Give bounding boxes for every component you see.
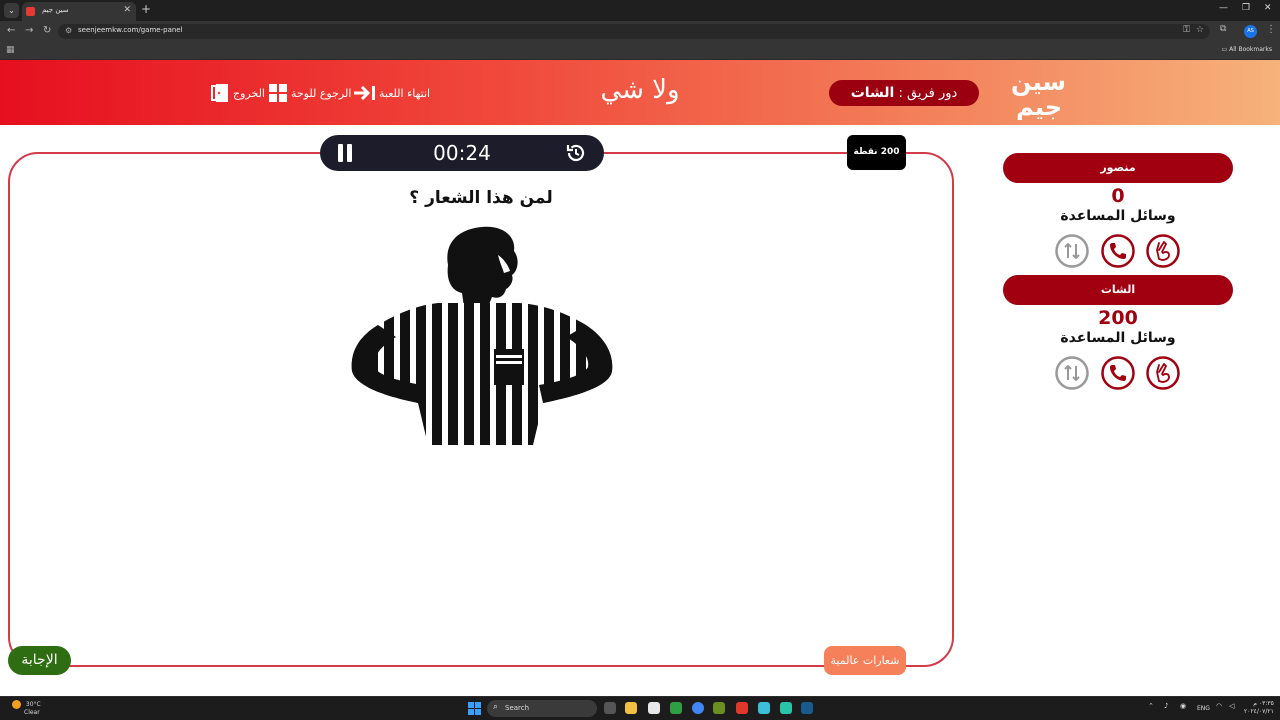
timer-bar: 00:24 (320, 135, 604, 171)
all-bookmarks-label: All Bookmarks (1229, 46, 1272, 53)
phone-friend-aid-icon[interactable] (1101, 356, 1135, 390)
team-score: 0 (1111, 185, 1125, 207)
url-text: seenjeemkw.com/game-panel (78, 26, 183, 34)
restore-icon[interactable]: ❐ (1242, 3, 1250, 13)
site-logo[interactable]: سين جيم (1010, 66, 1072, 120)
game-title: ولا شي (600, 75, 680, 105)
weather-widget[interactable]: 30°C Clear (12, 700, 41, 717)
tray-app-icon[interactable]: ◉ (1180, 702, 1186, 710)
points-badge: 200 نقطة (847, 135, 906, 170)
edge-icon[interactable] (758, 702, 770, 714)
reload-icon[interactable]: ↻ (43, 25, 51, 36)
temperature: 30°C (25, 701, 41, 708)
question-logo-image (351, 226, 613, 445)
browser-toolbar: ← → ↻ ⚙ seenjeemkw.com/game-panel ⚿ ☆ ⧉ … (0, 21, 1280, 42)
browser-menu-icon[interactable]: ⋮ (1266, 24, 1276, 35)
back-icon[interactable]: ← (7, 25, 15, 36)
file-explorer-icon[interactable] (625, 702, 637, 714)
system-clock[interactable]: ٠٣:٣٥ م ٢٠٢٤/٠٧/٢١ (1244, 700, 1274, 716)
language-indicator[interactable]: ENG (1197, 705, 1210, 712)
timer-display: 00:24 (433, 141, 491, 165)
phone-friend-aid-icon[interactable] (1101, 234, 1135, 268)
team-turn-name: الشات (850, 85, 895, 101)
minimize-icon[interactable]: — (1219, 3, 1228, 13)
start-windows-icon[interactable] (468, 702, 481, 715)
search-placeholder: Search (505, 704, 530, 712)
app-icon[interactable] (780, 702, 792, 714)
site-favicon-icon (26, 7, 35, 16)
two-answers-aid-icon[interactable] (1146, 356, 1180, 390)
steam-icon[interactable] (801, 702, 813, 714)
pause-icon[interactable] (337, 144, 353, 162)
tab-title: سين جيم (42, 6, 69, 14)
password-key-icon[interactable]: ⚿ (1183, 25, 1190, 35)
exit-label: الخروج (233, 86, 265, 100)
logo-text-top: سين (1011, 68, 1066, 96)
logo-text-bottom: جيم (1016, 93, 1062, 120)
exit-door-icon (211, 84, 228, 102)
volume-icon[interactable]: ◁ (1229, 702, 1234, 710)
search-icon: ⌕ (493, 702, 499, 712)
clock-date: ٢٠٢٤/٠٧/٢١ (1244, 708, 1274, 715)
reset-timer-icon[interactable] (565, 142, 587, 164)
swap-question-aid-icon[interactable] (1055, 234, 1089, 268)
clock-time: ٠٣:٣٥ م (1253, 700, 1274, 707)
taskbar-search[interactable]: ⌕ Search (487, 700, 597, 717)
browser-tab[interactable]: سين جيم ✕ (22, 2, 136, 21)
exit-button[interactable]: الخروج (211, 82, 265, 104)
extensions-icon[interactable]: ⧉ (1220, 24, 1226, 34)
board-grid-icon (269, 84, 287, 102)
two-answers-aid-icon[interactable] (1146, 234, 1180, 268)
back-to-board-button[interactable]: الرجوع للوحة (269, 82, 351, 104)
team-name: منصور (1003, 153, 1233, 183)
close-window-icon[interactable]: ✕ (1264, 3, 1272, 13)
tab-search-button[interactable]: ⌄ (4, 3, 19, 18)
store-icon[interactable] (648, 702, 660, 714)
task-view-icon[interactable] (604, 702, 616, 714)
game-header: سين جيم دور فريق : الشات ولا شي انتهاء ا… (0, 60, 1280, 125)
all-bookmarks-link[interactable]: ▭ All Bookmarks (1222, 46, 1272, 53)
chrome-icon[interactable] (692, 702, 704, 714)
end-game-button[interactable]: انتهاء اللعبة (353, 82, 430, 104)
team-name: الشات (1003, 275, 1233, 305)
help-aids-label: وسائل المساعدة (1060, 208, 1176, 224)
tab-close-icon[interactable]: ✕ (123, 5, 131, 15)
tray-chevron-icon[interactable]: ⌃ (1148, 702, 1154, 710)
minecraft-icon[interactable] (713, 702, 725, 714)
wifi-icon[interactable]: ◠ (1216, 702, 1222, 710)
category-badge: شعارات عالمية (824, 646, 906, 675)
microphone-icon[interactable]: ♪ (1164, 702, 1168, 710)
answer-button[interactable]: الإجابة (8, 646, 71, 675)
brave-icon[interactable] (736, 702, 748, 714)
bookmark-star-icon[interactable]: ☆ (1196, 25, 1204, 35)
question-text: لمن هذا الشعار ؟ (409, 188, 553, 208)
help-aids-label: وسائل المساعدة (1060, 330, 1176, 346)
team-score: 200 (1098, 307, 1138, 329)
swap-question-aid-icon[interactable] (1055, 356, 1089, 390)
weather-icon (12, 700, 21, 709)
team-turn-indicator: دور فريق : الشات (829, 80, 979, 106)
browser-tab-strip: ⌄ سين جيم ✕ + — ❐ ✕ (0, 0, 1280, 21)
new-tab-icon[interactable]: + (141, 2, 151, 16)
address-bar[interactable]: ⚙ seenjeemkw.com/game-panel ⚿ ☆ (58, 24, 1210, 39)
end-game-icon (354, 85, 375, 101)
forward-icon[interactable]: → (25, 25, 33, 36)
xbox-icon[interactable] (670, 702, 682, 714)
back-to-board-label: الرجوع للوحة (291, 86, 352, 100)
weather-condition: Clear (24, 709, 40, 716)
windows-taskbar: 30°C Clear ⌕ Search ⌃ ♪ ◉ ENG ◠ ◁ ٠٣:٣٥ … (0, 696, 1280, 720)
bookmarks-bar: ▦ ▭ All Bookmarks (0, 42, 1280, 60)
site-info-icon[interactable]: ⚙ (65, 26, 72, 35)
end-game-label: انتهاء اللعبة (379, 86, 431, 100)
apps-grid-icon[interactable]: ▦ (6, 45, 15, 55)
team-turn-prefix: دور فريق : (898, 86, 958, 101)
profile-avatar[interactable]: AS (1244, 25, 1257, 38)
